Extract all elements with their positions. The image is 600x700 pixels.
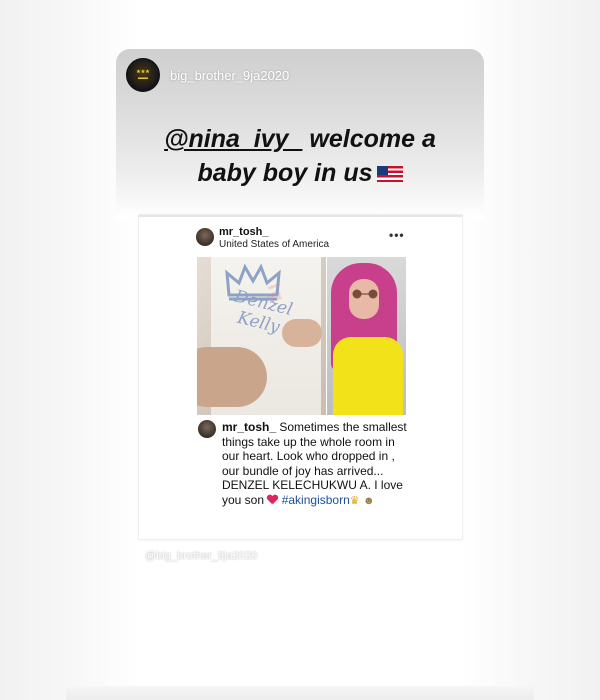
us-flag-icon (376, 166, 403, 182)
red-heart-icon (267, 495, 278, 505)
post-caption: mr_tosh_ Sometimes the smallest things t… (222, 420, 412, 508)
headline-mention-link[interactable]: @nina_ivy_ (164, 125, 302, 153)
story-header: ★★★ ▬▬ big_brother_9ja2020 (126, 58, 289, 92)
post-location[interactable]: United States of America (219, 239, 329, 250)
caption-avatar[interactable] (198, 420, 216, 438)
headline-text-line1: welcome a (302, 125, 436, 153)
woman-face (349, 279, 379, 319)
story-avatar-logo: ★★★ ▬▬ (136, 69, 150, 81)
post-avatar[interactable] (196, 228, 214, 246)
yellow-top (333, 337, 403, 415)
footer-watermark: @big_brother_9ja2020 (145, 550, 258, 562)
sunglasses-icon (352, 289, 378, 299)
story-username[interactable]: big_brother_9ja2020 (170, 68, 289, 83)
adult-hand (197, 347, 267, 407)
face-icon: ☻ (362, 494, 375, 507)
hashtag-link[interactable]: #akingisborn (278, 493, 350, 507)
bottom-edge (66, 686, 534, 700)
post-photo-woman (327, 257, 406, 415)
crown-icon: ♛ (349, 494, 360, 507)
story-headline: @nina_ivy_ welcome a baby boy in us (120, 122, 480, 190)
headline-text-line2: baby boy in us (197, 159, 373, 187)
story-avatar[interactable]: ★★★ ▬▬ (126, 58, 160, 92)
more-options-icon[interactable]: ••• (389, 228, 405, 242)
caption-username[interactable]: mr_tosh_ (222, 420, 276, 434)
